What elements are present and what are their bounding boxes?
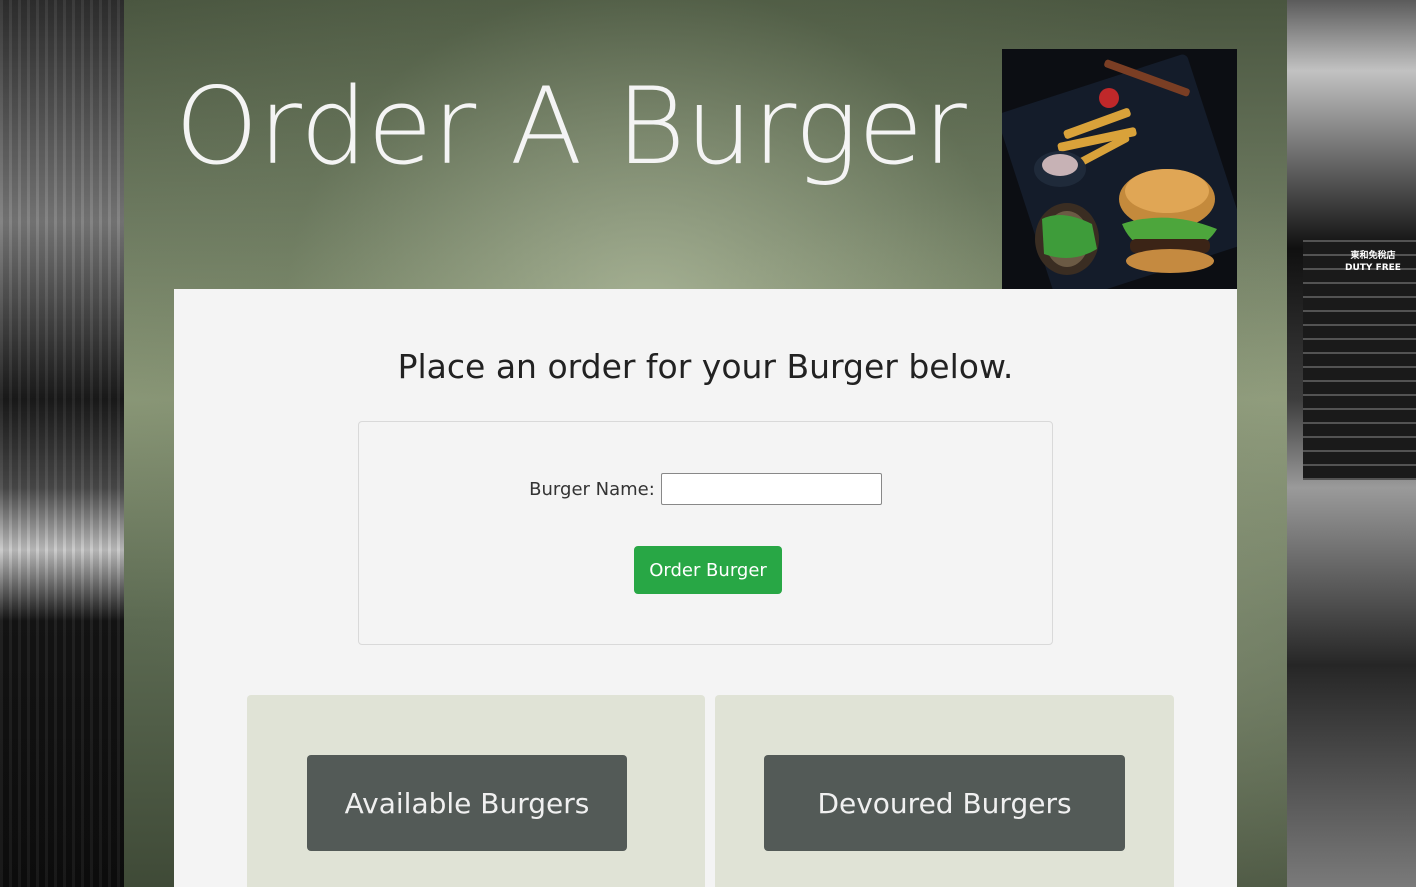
burger-name-input[interactable] bbox=[660, 473, 882, 505]
burger-name-label: Burger Name: bbox=[529, 478, 655, 500]
available-burgers-heading: Available Burgers bbox=[307, 755, 627, 851]
duty-free-sign-line2: DUTY FREE bbox=[1345, 263, 1401, 273]
background-photo-left bbox=[0, 0, 124, 887]
duty-free-sign: 東和免稅店 DUTY FREE bbox=[1338, 250, 1408, 274]
burger-image bbox=[1002, 49, 1237, 289]
burger-name-row: Burger Name: bbox=[359, 473, 1052, 505]
burger-illustration bbox=[1002, 49, 1237, 289]
devoured-burgers-panel: Devoured Burgers bbox=[715, 695, 1174, 887]
page-subtitle: Place an order for your Burger below. bbox=[397, 347, 1014, 386]
hero-title: Order A Burger bbox=[175, 65, 967, 188]
devoured-burgers-heading: Devoured Burgers bbox=[764, 755, 1125, 851]
duty-free-sign-line1: 東和免稅店 bbox=[1350, 251, 1396, 261]
available-burgers-panel: Available Burgers bbox=[247, 695, 705, 887]
main-content: Place an order for your Burger below. Bu… bbox=[174, 289, 1237, 887]
order-form: Burger Name: Order Burger bbox=[358, 421, 1053, 645]
order-burger-button[interactable]: Order Burger bbox=[634, 546, 782, 594]
background-building bbox=[1303, 240, 1416, 480]
